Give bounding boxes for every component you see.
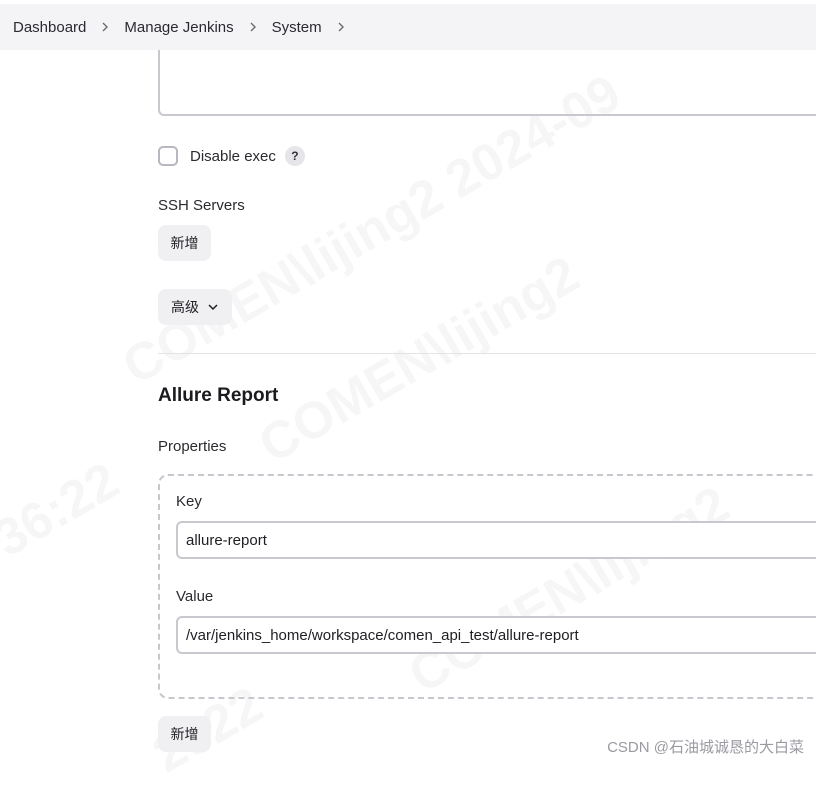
breadcrumb-manage-jenkins[interactable]: Manage Jenkins: [124, 19, 233, 36]
breadcrumb-dashboard[interactable]: Dashboard: [13, 19, 86, 36]
textarea-field[interactable]: [158, 50, 816, 116]
chevron-down-icon: [207, 301, 219, 313]
ssh-servers-label: SSH Servers: [158, 197, 245, 214]
disable-exec-label[interactable]: Disable exec: [190, 148, 276, 165]
csdn-watermark: CSDN @石油城诚恳的大白菜: [607, 739, 804, 756]
ssh-servers-add-button[interactable]: 新增: [158, 225, 211, 261]
breadcrumb: Dashboard Manage Jenkins System: [0, 4, 816, 50]
chevron-right-icon[interactable]: [335, 21, 347, 33]
advanced-button-label: 高级: [171, 299, 199, 315]
chevron-right-icon: [99, 21, 111, 33]
properties-add-button[interactable]: 新增: [158, 716, 211, 752]
watermark-text: COMEN\lijing2: [249, 244, 589, 475]
properties-label: Properties: [158, 438, 227, 455]
chevron-right-icon: [247, 21, 259, 33]
section-title-allure-report: Allure Report: [158, 385, 279, 406]
key-label: Key: [176, 493, 202, 510]
help-icon[interactable]: ?: [284, 146, 305, 166]
key-input[interactable]: [176, 521, 816, 559]
value-label: Value: [176, 588, 214, 605]
value-input[interactable]: [176, 616, 816, 654]
section-divider: [158, 353, 816, 354]
disable-exec-row: Disable exec ?: [158, 146, 305, 166]
watermark-text: 36:22: [0, 451, 129, 569]
property-repeatable-box: [158, 474, 816, 699]
disable-exec-checkbox[interactable]: [158, 146, 178, 166]
breadcrumb-system[interactable]: System: [272, 19, 322, 36]
advanced-button[interactable]: 高级: [158, 289, 232, 325]
